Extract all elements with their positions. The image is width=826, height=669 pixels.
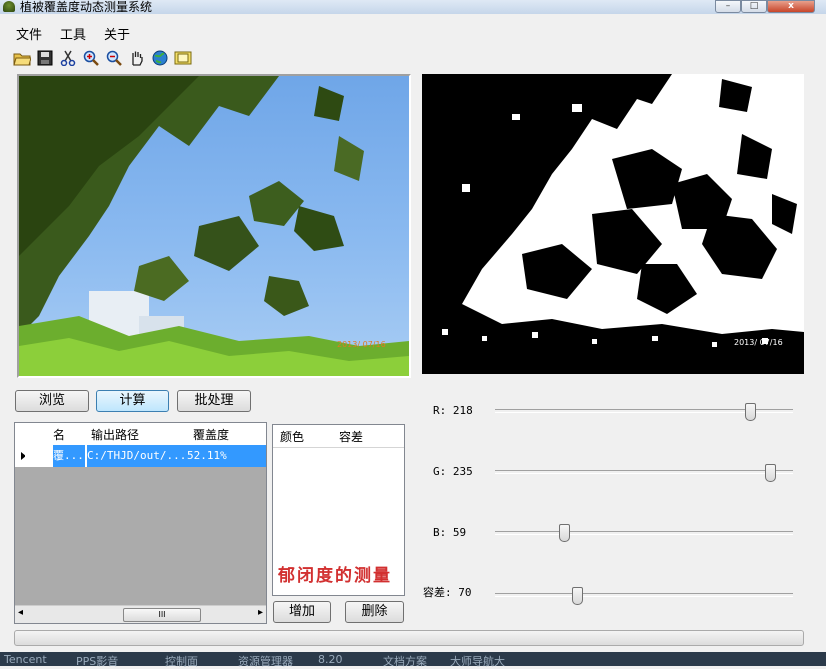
- film-icon[interactable]: [173, 48, 193, 68]
- taskbar-item[interactable]: 控制面: [165, 653, 198, 669]
- taskbar-item[interactable]: 资源管理器: [238, 653, 293, 669]
- slider-b-label: B: 59: [433, 526, 467, 539]
- taskbar-item[interactable]: 8.20: [318, 653, 343, 666]
- original-image-panel: 2013/ 07/16: [17, 74, 411, 378]
- foliage-photo: 2013/ 07/16: [19, 76, 409, 376]
- taskbar-item[interactable]: 文档方案: [383, 653, 427, 669]
- slider-tolerance-track[interactable]: [495, 593, 793, 597]
- menu-about[interactable]: 关于: [104, 24, 130, 43]
- column-output-path[interactable]: 输出路径: [91, 426, 139, 443]
- app-icon: [3, 1, 15, 12]
- slider-r-value: 218: [452, 404, 473, 417]
- zoom-in-icon[interactable]: [81, 48, 101, 68]
- cell-coverage[interactable]: 52.11%: [187, 445, 266, 467]
- cell-name[interactable]: 覆...: [53, 445, 85, 467]
- slider-g-label: G: 235: [433, 465, 473, 478]
- slider-g-value: 235: [452, 465, 473, 478]
- slider-r-label: R: 218: [433, 404, 473, 417]
- toolbar: [0, 44, 826, 70]
- menu-tools[interactable]: 工具: [60, 24, 86, 43]
- column-tolerance[interactable]: 容差: [339, 428, 363, 445]
- slider-tolerance-thumb[interactable]: [572, 587, 583, 605]
- taskbar-item[interactable]: 大师导航大: [450, 653, 505, 669]
- column-color[interactable]: 颜色: [280, 428, 304, 445]
- results-table-header: 名 输出路径 覆盖度: [15, 423, 266, 446]
- row-header: [15, 445, 53, 467]
- close-button[interactable]: x: [767, 0, 815, 13]
- taskbar-item[interactable]: Tencent: [4, 653, 47, 666]
- pan-hand-icon[interactable]: [127, 48, 147, 68]
- table-row[interactable]: 覆... C:/THJD/out/... 52.11%: [15, 445, 266, 467]
- menu-bar: 文件 工具 关于: [0, 20, 826, 43]
- photo-timestamp: 2013/ 07/16: [337, 340, 386, 349]
- video-watermark-text: 郁闭度的测量: [278, 566, 392, 586]
- slider-tolerance-value: 70: [458, 586, 472, 599]
- save-icon[interactable]: [35, 48, 55, 68]
- zoom-out-icon[interactable]: [104, 48, 124, 68]
- slider-g-track[interactable]: [495, 470, 793, 474]
- slider-b-thumb[interactable]: [559, 524, 570, 542]
- maximize-button[interactable]: □: [741, 0, 767, 13]
- horizontal-scrollbar[interactable]: ◂ III ▸: [15, 605, 266, 623]
- column-coverage[interactable]: 覆盖度: [193, 426, 229, 443]
- open-folder-icon[interactable]: [12, 48, 32, 68]
- minimize-button[interactable]: –: [715, 0, 741, 13]
- cut-icon[interactable]: [58, 48, 78, 68]
- results-table[interactable]: 名 输出路径 覆盖度 覆... C:/THJD/out/... 52.11% ◂…: [14, 422, 267, 624]
- slider-b-track[interactable]: [495, 531, 793, 535]
- taskbar-strip: Tencent PPS影音 控制面 资源管理器 8.20 文档方案 大师导航大: [0, 652, 826, 669]
- compute-button[interactable]: 计算: [96, 390, 169, 412]
- title-bar: 植被覆盖度动态测量系统 – □ x: [0, 0, 826, 14]
- batch-process-button[interactable]: 批处理: [177, 390, 251, 412]
- menu-file[interactable]: 文件: [16, 24, 42, 43]
- binary-mask-image: 2013/ 07/16: [422, 74, 804, 374]
- delete-button[interactable]: 删除: [345, 601, 404, 623]
- cell-output-path[interactable]: C:/THJD/out/...: [87, 445, 187, 467]
- add-button[interactable]: 增加: [273, 601, 331, 623]
- slider-g-thumb[interactable]: [765, 464, 776, 482]
- slider-tolerance-label: 容差: 70: [423, 586, 472, 599]
- binary-image-panel: 2013/ 07/16: [422, 74, 804, 374]
- binary-timestamp: 2013/ 07/16: [734, 338, 783, 347]
- color-table-header: 颜色 容差: [273, 425, 404, 448]
- slider-b-value: 59: [452, 526, 467, 539]
- column-name[interactable]: 名: [53, 426, 65, 443]
- window-title: 植被覆盖度动态测量系统: [20, 0, 153, 14]
- progress-bar: [14, 630, 804, 646]
- taskbar-item[interactable]: PPS影音: [76, 653, 118, 669]
- browse-button[interactable]: 浏览: [15, 390, 89, 412]
- scroll-right-arrow-icon[interactable]: ▸: [258, 607, 263, 618]
- slider-r-thumb[interactable]: [745, 403, 756, 421]
- scroll-thumb[interactable]: III: [123, 608, 201, 622]
- scroll-left-arrow-icon[interactable]: ◂: [18, 607, 23, 618]
- globe-icon[interactable]: [150, 48, 170, 68]
